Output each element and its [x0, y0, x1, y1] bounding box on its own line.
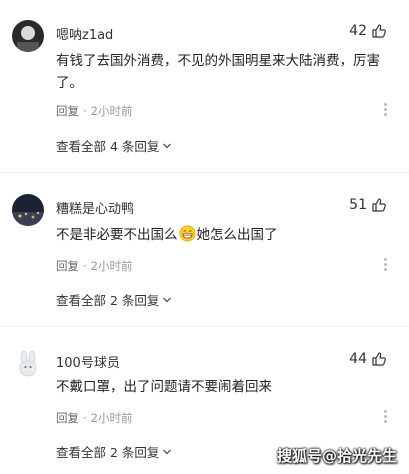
- avatar[interactable]: [12, 348, 44, 380]
- vertical-ellipsis-icon: [384, 410, 387, 413]
- comment-item: 嗯呐z1ad 42 有钱了去国外消费，不见的外国明星来大陆消费，厉害了。 回复 ·…: [0, 0, 409, 160]
- meta-separator: ·: [83, 411, 87, 425]
- reply-button[interactable]: 回复: [56, 259, 79, 273]
- comment-meta: 回复 · 2小时前: [56, 103, 132, 119]
- comment-username[interactable]: 100号球员: [56, 352, 120, 371]
- comment-username[interactable]: 嗯呐z1ad: [56, 24, 113, 43]
- chevron-down-icon: [163, 297, 172, 302]
- avatar[interactable]: [12, 20, 44, 52]
- view-all-replies-label: 查看全部 4 条回复: [56, 139, 160, 154]
- comment-text: 不戴口罩，出了问题请不要闹着回来: [56, 379, 272, 395]
- chevron-down-icon: [163, 449, 172, 454]
- like-count: 51: [349, 197, 367, 213]
- view-all-replies-button[interactable]: 查看全部 4 条回复: [56, 136, 172, 155]
- comment-text-part: 她怎么出国了: [196, 227, 278, 243]
- view-all-replies-button[interactable]: 查看全部 2 条回复: [56, 442, 172, 461]
- comment-text: 不是非必要不出国么 她怎么出国了: [56, 224, 386, 246]
- vertical-ellipsis-icon: [384, 103, 387, 106]
- watermark: 搜狐号@拾光先生: [276, 447, 397, 465]
- thumbs-up-icon: [372, 352, 386, 366]
- reply-button[interactable]: 回复: [56, 104, 79, 118]
- grinning-face-emoji-icon: [179, 225, 195, 242]
- chevron-down-icon: [163, 143, 172, 148]
- more-options-button[interactable]: [384, 103, 387, 118]
- meta-separator: ·: [83, 259, 87, 273]
- thumbs-up-icon: [372, 24, 386, 38]
- reply-button[interactable]: 回复: [56, 411, 79, 425]
- vertical-ellipsis-icon: [384, 258, 387, 261]
- comment-username[interactable]: 糟糕是心动鸭: [56, 198, 134, 217]
- like-button[interactable]: 51: [349, 197, 387, 213]
- comment-time: 2小时前: [90, 104, 133, 118]
- divider: [0, 326, 409, 327]
- view-all-replies-label: 查看全部 2 条回复: [56, 293, 160, 308]
- meta-separator: ·: [83, 104, 87, 118]
- more-options-button[interactable]: [384, 410, 387, 425]
- more-options-button[interactable]: [384, 258, 387, 273]
- view-all-replies-button[interactable]: 查看全部 2 条回复: [56, 290, 172, 309]
- comment-item: 糟糕是心动鸭 51 不是非必要不出国么 她怎么出国了 回复 · 2小时前 查看全部 2…: [0, 178, 409, 328]
- comment-meta: 回复 · 2小时前: [56, 410, 132, 426]
- comment-text: 有钱了去国外消费，不见的外国明星来大陆消费，厉害了。: [56, 53, 380, 91]
- avatar[interactable]: [12, 194, 44, 226]
- like-button[interactable]: 42: [349, 23, 387, 39]
- comment-text-part: 不是非必要不出国么: [56, 227, 178, 243]
- divider: [0, 172, 409, 173]
- like-count: 42: [349, 23, 367, 39]
- comment-time: 2小时前: [90, 259, 133, 273]
- comment-meta: 回复 · 2小时前: [56, 258, 132, 274]
- view-all-replies-label: 查看全部 2 条回复: [56, 445, 160, 460]
- comment-time: 2小时前: [90, 411, 133, 425]
- thumbs-up-icon: [372, 198, 386, 212]
- like-count: 44: [349, 351, 367, 367]
- like-button[interactable]: 44: [349, 351, 387, 367]
